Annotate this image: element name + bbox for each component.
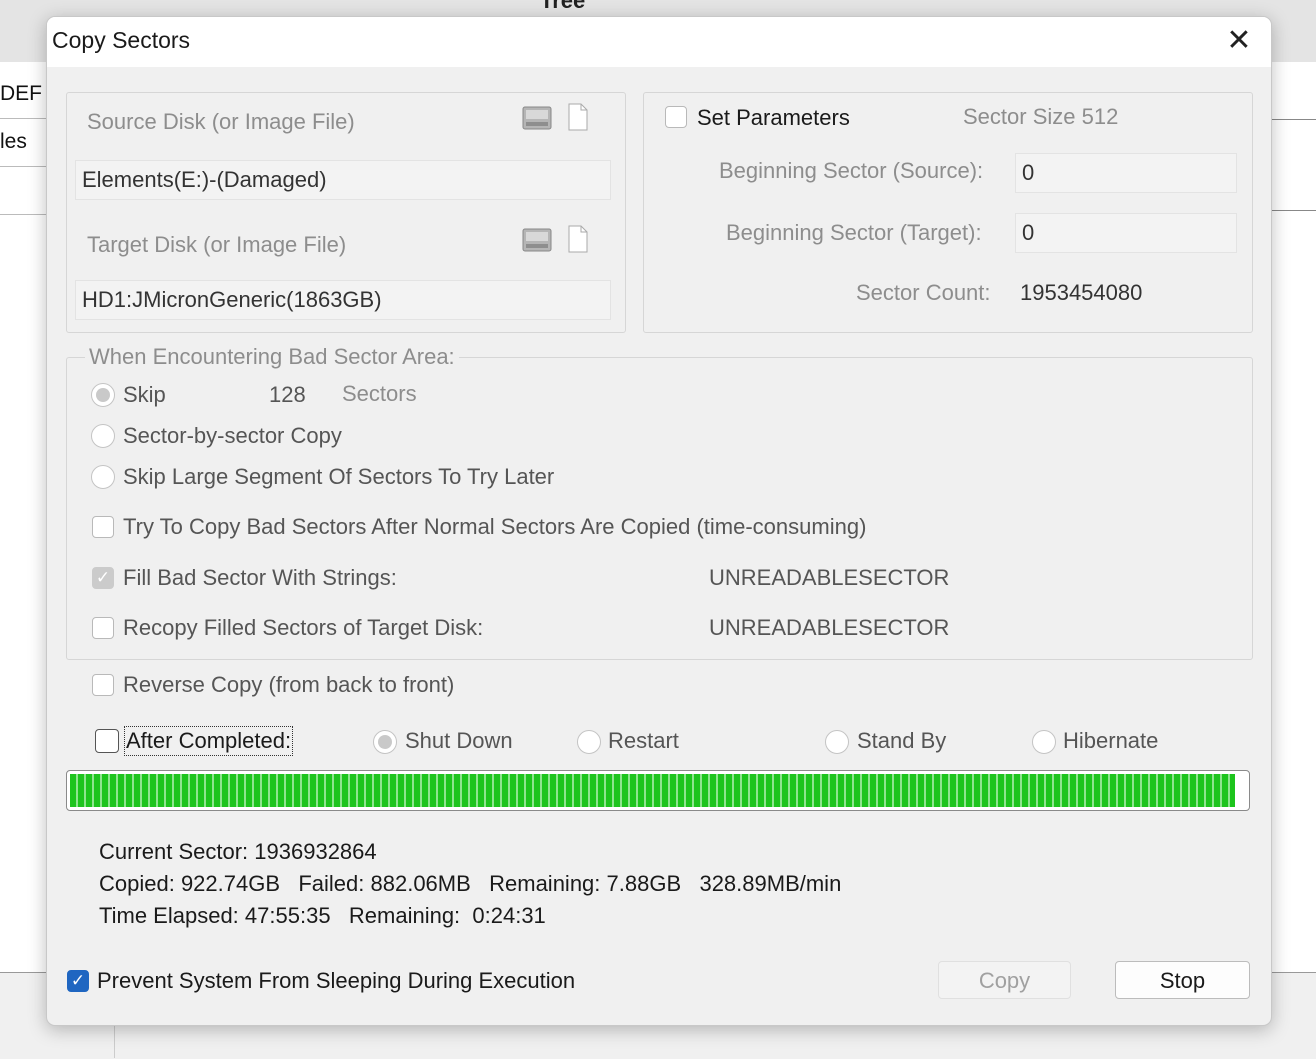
file-icon[interactable] — [567, 103, 589, 131]
dialog-title: Copy Sectors — [52, 27, 191, 53]
skip-sectors-unit: Sectors — [342, 381, 417, 406]
beginning-sector-target-label: Beginning Sector (Target): — [726, 220, 982, 245]
source-disk-field[interactable]: Elements(E:)-(Damaged) — [75, 160, 611, 200]
progress-fill — [70, 774, 1235, 807]
sector-size-label: Sector Size 512 — [963, 104, 1119, 129]
beginning-sector-target-input[interactable]: 0 — [1015, 213, 1237, 253]
target-disk-label: Target Disk (or Image File) — [87, 232, 347, 257]
shut-down-label: Shut Down — [405, 728, 513, 753]
stand-by-label: Stand By — [857, 728, 947, 753]
stop-button[interactable]: Stop — [1115, 961, 1250, 999]
recopy-filled-sectors-label: Recopy Filled Sectors of Target Disk: — [123, 615, 484, 640]
skip-sectors-value[interactable]: 128 — [269, 382, 306, 408]
beginning-sector-source-label: Beginning Sector (Source): — [719, 158, 984, 183]
sector-count-value: 1953454080 — [1020, 280, 1143, 305]
background-row — [0, 166, 48, 215]
reverse-copy-checkbox[interactable] — [92, 674, 114, 696]
set-parameters-checkbox[interactable] — [665, 106, 687, 128]
background-right-pane — [1270, 62, 1316, 972]
restart-radio[interactable] — [577, 730, 601, 754]
beginning-sector-source-input[interactable]: 0 — [1015, 153, 1237, 193]
after-completed-checkbox[interactable] — [95, 729, 119, 753]
set-parameters-label: Set Parameters — [697, 105, 850, 130]
sector-count-label: Sector Count: — [856, 280, 991, 305]
shut-down-radio[interactable] — [373, 730, 397, 754]
hibernate-radio[interactable] — [1032, 730, 1056, 754]
reverse-copy-label: Reverse Copy (from back to front) — [123, 672, 455, 697]
fill-bad-sector-value[interactable]: UNREADABLESECTOR — [709, 565, 949, 591]
sector-by-sector-radio[interactable] — [91, 424, 115, 448]
background-title: Tree — [540, 0, 586, 13]
restart-label: Restart — [608, 728, 679, 753]
disk-icon[interactable] — [522, 225, 552, 253]
skip-radio[interactable] — [91, 383, 115, 407]
source-disk-label: Source Disk (or Image File) — [87, 109, 355, 134]
target-disk-field[interactable]: HD1:JMicronGeneric(1863GB) — [75, 280, 611, 320]
bad-sector-group-label: When Encountering Bad Sector Area: — [85, 344, 459, 370]
beginning-sector-source-value: 0 — [1022, 160, 1035, 185]
disk-icon[interactable] — [522, 103, 552, 131]
fill-bad-sector-checkbox[interactable]: ✓ — [92, 567, 114, 589]
prevent-sleep-checkbox[interactable]: ✓ — [67, 970, 89, 992]
copy-progress-bar — [66, 770, 1250, 811]
background-left-pane: DEF les — [0, 62, 48, 972]
sector-by-sector-label: Sector-by-sector Copy — [123, 423, 342, 448]
prevent-sleep-label: Prevent System From Sleeping During Exec… — [97, 968, 576, 993]
current-sector-text: Current Sector: 1936932864 — [99, 839, 377, 864]
skip-large-segment-radio[interactable] — [91, 465, 115, 489]
beginning-sector-target-value: 0 — [1022, 220, 1035, 245]
copy-sectors-dialog: Copy Sectors ✕ Source Disk (or Image Fil… — [46, 16, 1272, 1026]
recopy-filled-sectors-checkbox[interactable] — [92, 617, 114, 639]
fill-bad-sector-label: Fill Bad Sector With Strings: — [123, 565, 397, 590]
copied-status-text: Copied: 922.74GB Failed: 882.06MB Remain… — [99, 871, 842, 896]
target-disk-value: HD1:JMicronGeneric(1863GB) — [82, 287, 382, 312]
try-copy-bad-sectors-checkbox[interactable] — [92, 516, 114, 538]
close-icon[interactable]: ✕ — [1219, 21, 1259, 61]
skip-large-segment-label: Skip Large Segment Of Sectors To Try Lat… — [123, 464, 555, 489]
after-completed-label: After Completed: — [123, 726, 294, 756]
copy-button[interactable]: Copy — [938, 961, 1071, 999]
recopy-filled-sectors-value[interactable]: UNREADABLESECTOR — [709, 615, 949, 641]
file-icon[interactable] — [567, 225, 589, 253]
dialog-titlebar: Copy Sectors ✕ — [47, 17, 1271, 67]
time-status-text: Time Elapsed: 47:55:35 Remaining: 0:24:3… — [99, 903, 546, 928]
try-copy-bad-sectors-label: Try To Copy Bad Sectors After Normal Sec… — [123, 514, 867, 539]
background-row: les — [0, 118, 48, 167]
hibernate-label: Hibernate — [1063, 728, 1159, 753]
source-disk-value: Elements(E:)-(Damaged) — [82, 167, 327, 192]
skip-label: Skip — [123, 382, 166, 407]
stand-by-radio[interactable] — [825, 730, 849, 754]
background-row: DEF — [0, 70, 48, 119]
